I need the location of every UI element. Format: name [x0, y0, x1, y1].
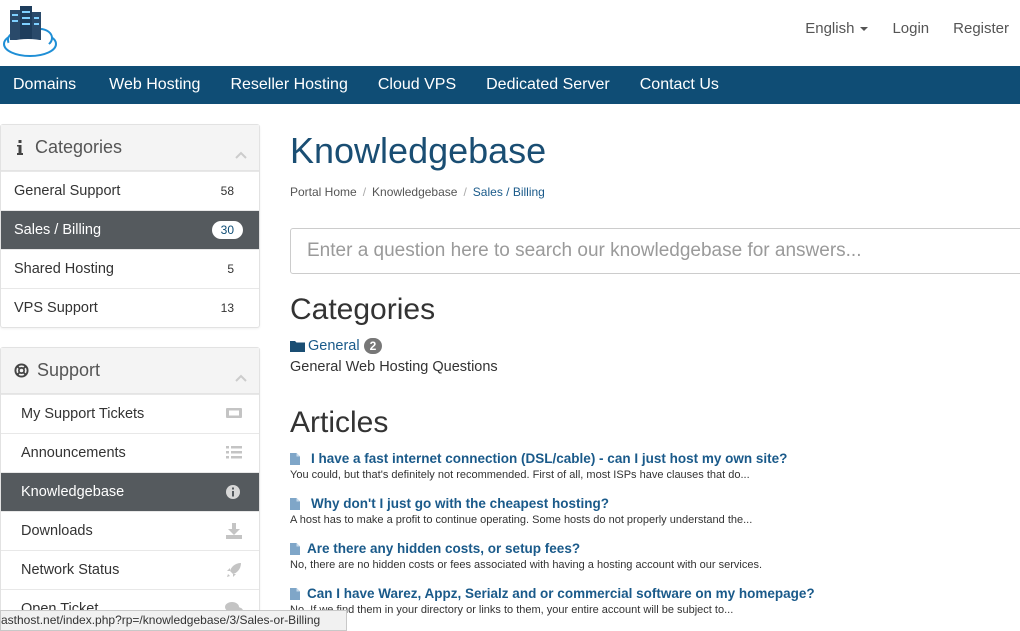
nav-contact-us[interactable]: Contact Us	[623, 66, 732, 104]
rocket-icon	[225, 562, 243, 578]
support-item-announcements[interactable]: Announcements	[1, 433, 259, 472]
category-item-vps-support[interactable]: VPS Support 13	[1, 288, 259, 327]
support-panel-title: Support	[37, 360, 101, 380]
categories-panel-title: Categories	[35, 137, 123, 157]
article-link[interactable]: Can I have Warez, Appz, Serialz and or c…	[290, 586, 1020, 601]
category-link-label: General	[308, 338, 360, 354]
breadcrumb-current: Sales / Billing	[472, 185, 545, 199]
category-item-label: Sales / Billing	[14, 222, 102, 238]
register-link[interactable]: Register	[953, 20, 1009, 37]
category-item-label: VPS Support	[14, 300, 98, 316]
nav-reseller-hosting[interactable]: Reseller Hosting	[213, 66, 360, 104]
article-summary: No, there are no hidden costs or fees as…	[290, 559, 763, 571]
info-icon	[13, 140, 27, 155]
support-panel: Support My Support Tickets Announcements…	[0, 347, 260, 631]
breadcrumb-separator: /	[463, 185, 467, 199]
category-count-badge: 2	[363, 338, 383, 354]
nav-domains[interactable]: Domains	[0, 66, 89, 104]
category-link-general[interactable]: General 2	[290, 338, 383, 354]
article-item: Can I have Warez, Appz, Serialz and or c…	[290, 586, 1020, 616]
document-icon	[290, 542, 300, 555]
page-title: Knowledgebase	[290, 130, 547, 171]
category-count-badge: 58	[220, 184, 234, 198]
article-item: I have a fast internet connection (DSL/c…	[290, 451, 1020, 481]
breadcrumb-separator: /	[362, 185, 367, 199]
chevron-up-icon[interactable]	[235, 143, 247, 159]
support-item-knowledgebase[interactable]: Knowledgebase	[1, 472, 259, 511]
download-icon	[225, 523, 243, 539]
category-item-shared-hosting[interactable]: Shared Hosting 5	[1, 249, 259, 288]
categories-panel-header[interactable]: Categories	[1, 125, 259, 171]
categories-heading: Categories	[290, 293, 436, 326]
nav-dedicated-server[interactable]: Dedicated Server	[469, 66, 623, 104]
category-item-general-support[interactable]: General Support 58	[1, 171, 259, 210]
article-title: I have a fast internet connection (DSL/c…	[311, 451, 788, 466]
browser-status-bar: asthost.net/index.php?rp=/knowledgebase/…	[0, 610, 347, 631]
category-item-label: General Support	[14, 183, 121, 199]
document-icon	[290, 587, 300, 600]
document-icon	[290, 452, 300, 465]
support-item-label: Announcements	[21, 445, 126, 461]
breadcrumb-portal-home[interactable]: Portal Home	[290, 185, 357, 199]
knowledgebase-search-input[interactable]	[290, 228, 1020, 274]
main-nav: Domains Web Hosting Reseller Hosting Clo…	[0, 66, 1020, 104]
category-count-badge: 13	[220, 301, 234, 315]
article-summary: You could, but that's definitely not rec…	[290, 469, 750, 481]
support-item-network-status[interactable]: Network Status	[1, 550, 259, 589]
support-item-label: Knowledgebase	[21, 484, 125, 500]
breadcrumb-knowledgebase[interactable]: Knowledgebase	[372, 185, 457, 199]
article-title: Can I have Warez, Appz, Serialz and or c…	[307, 586, 815, 601]
article-summary: A host has to make a profit to continue …	[290, 514, 753, 526]
article-item: Are there any hidden costs, or setup fee…	[290, 541, 1020, 571]
category-item-label: Shared Hosting	[14, 261, 114, 277]
breadcrumb: Portal Home / Knowledgebase / Sales / Billin…	[290, 185, 545, 199]
info-circle-icon	[225, 484, 243, 500]
articles-heading: Articles	[290, 406, 389, 439]
article-summary: No. If we find them in your directory or…	[290, 604, 734, 616]
article-title: Why don't I just go with the cheapest ho…	[311, 496, 609, 511]
support-item-label: Network Status	[21, 562, 120, 578]
nav-cloud-vps[interactable]: Cloud VPS	[361, 66, 469, 104]
login-link[interactable]: Login	[892, 20, 929, 37]
category-item-sales-billing[interactable]: Sales / Billing 30	[1, 210, 259, 249]
site-header: English Login Register	[0, 0, 1020, 66]
document-icon	[290, 497, 300, 510]
nav-web-hosting[interactable]: Web Hosting	[89, 66, 213, 104]
language-label: English	[805, 20, 855, 37]
category-count-badge: 5	[227, 262, 234, 276]
list-icon	[225, 445, 243, 461]
support-item-label: My Support Tickets	[21, 406, 145, 422]
language-dropdown[interactable]: English	[805, 20, 869, 37]
ticket-icon	[225, 406, 243, 422]
support-item-downloads[interactable]: Downloads	[1, 511, 259, 550]
folder-icon	[290, 341, 305, 352]
article-link[interactable]: Why don't I just go with the cheapest ho…	[290, 496, 1020, 511]
article-title: Are there any hidden costs, or setup fee…	[307, 541, 581, 556]
account-links: English Login Register	[805, 20, 1009, 37]
caret-down-icon	[860, 27, 869, 32]
support-item-my-support-tickets[interactable]: My Support Tickets	[1, 394, 259, 433]
support-item-label: Downloads	[21, 523, 93, 539]
article-link[interactable]: Are there any hidden costs, or setup fee…	[290, 541, 1020, 556]
categories-panel: Categories General Support 58 Sales / Bi…	[0, 124, 260, 328]
article-link[interactable]: I have a fast internet connection (DSL/c…	[290, 451, 1020, 466]
category-count-badge: 30	[211, 221, 243, 239]
chevron-up-icon[interactable]	[235, 366, 247, 382]
site-logo[interactable]	[0, 2, 60, 60]
article-item: Why don't I just go with the cheapest ho…	[290, 496, 1020, 526]
life-ring-icon	[13, 363, 29, 378]
category-description: General Web Hosting Questions	[290, 359, 498, 375]
support-panel-header[interactable]: Support	[1, 348, 259, 394]
